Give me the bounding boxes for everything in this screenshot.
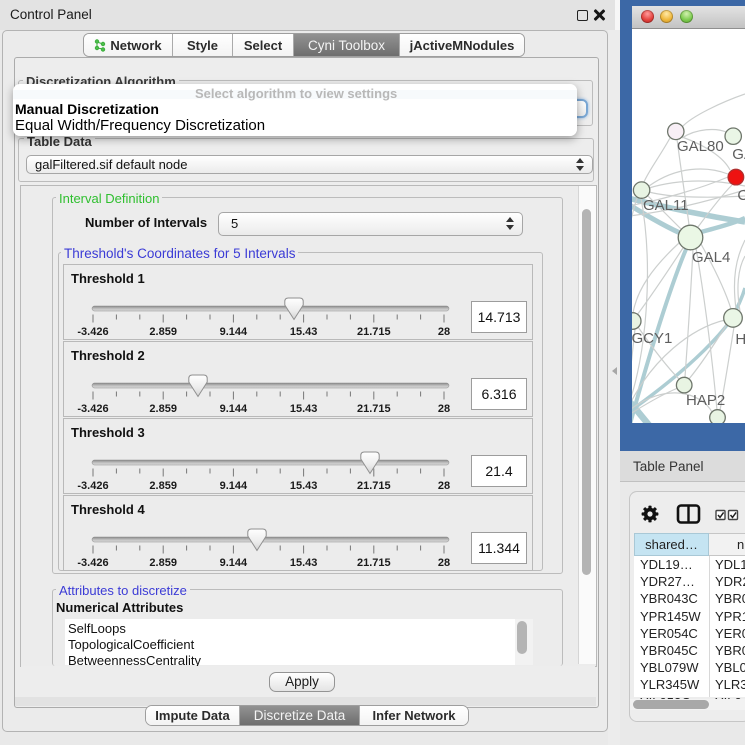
svg-text:28: 28 xyxy=(438,557,450,569)
svg-text:21.715: 21.715 xyxy=(357,557,391,569)
svg-text:-3.426: -3.426 xyxy=(77,480,108,492)
svg-text:21.715: 21.715 xyxy=(357,326,391,338)
svg-text:28: 28 xyxy=(438,403,450,415)
svg-text:GAL11: GAL11 xyxy=(643,197,689,214)
svg-text:9.144: 9.144 xyxy=(220,480,248,492)
svg-text:9.144: 9.144 xyxy=(220,403,248,415)
svg-text:9.144: 9.144 xyxy=(220,326,248,338)
svg-text:C: C xyxy=(737,187,745,204)
svg-text:-3.426: -3.426 xyxy=(77,557,108,569)
svg-text:H: H xyxy=(735,331,745,348)
svg-text:15.43: 15.43 xyxy=(290,557,318,569)
svg-text:15.43: 15.43 xyxy=(290,326,318,338)
svg-text:21.715: 21.715 xyxy=(357,480,391,492)
svg-text:21.715: 21.715 xyxy=(357,403,391,415)
svg-text:2.859: 2.859 xyxy=(149,557,177,569)
svg-text:28: 28 xyxy=(438,480,450,492)
svg-text:2.859: 2.859 xyxy=(149,480,177,492)
svg-text:28: 28 xyxy=(438,326,450,338)
svg-text:GCY1: GCY1 xyxy=(632,330,672,347)
svg-text:-3.426: -3.426 xyxy=(77,403,108,415)
svg-text:9.144: 9.144 xyxy=(220,557,248,569)
svg-text:GA: GA xyxy=(732,146,745,163)
svg-text:GAL80: GAL80 xyxy=(677,138,724,155)
svg-text:HAP2: HAP2 xyxy=(686,392,725,409)
svg-text:15.43: 15.43 xyxy=(290,480,318,492)
svg-text:15.43: 15.43 xyxy=(290,403,318,415)
svg-text:2.859: 2.859 xyxy=(149,326,177,338)
svg-text:-3.426: -3.426 xyxy=(77,326,108,338)
svg-text:GAL4: GAL4 xyxy=(692,249,730,266)
svg-text:2.859: 2.859 xyxy=(149,403,177,415)
